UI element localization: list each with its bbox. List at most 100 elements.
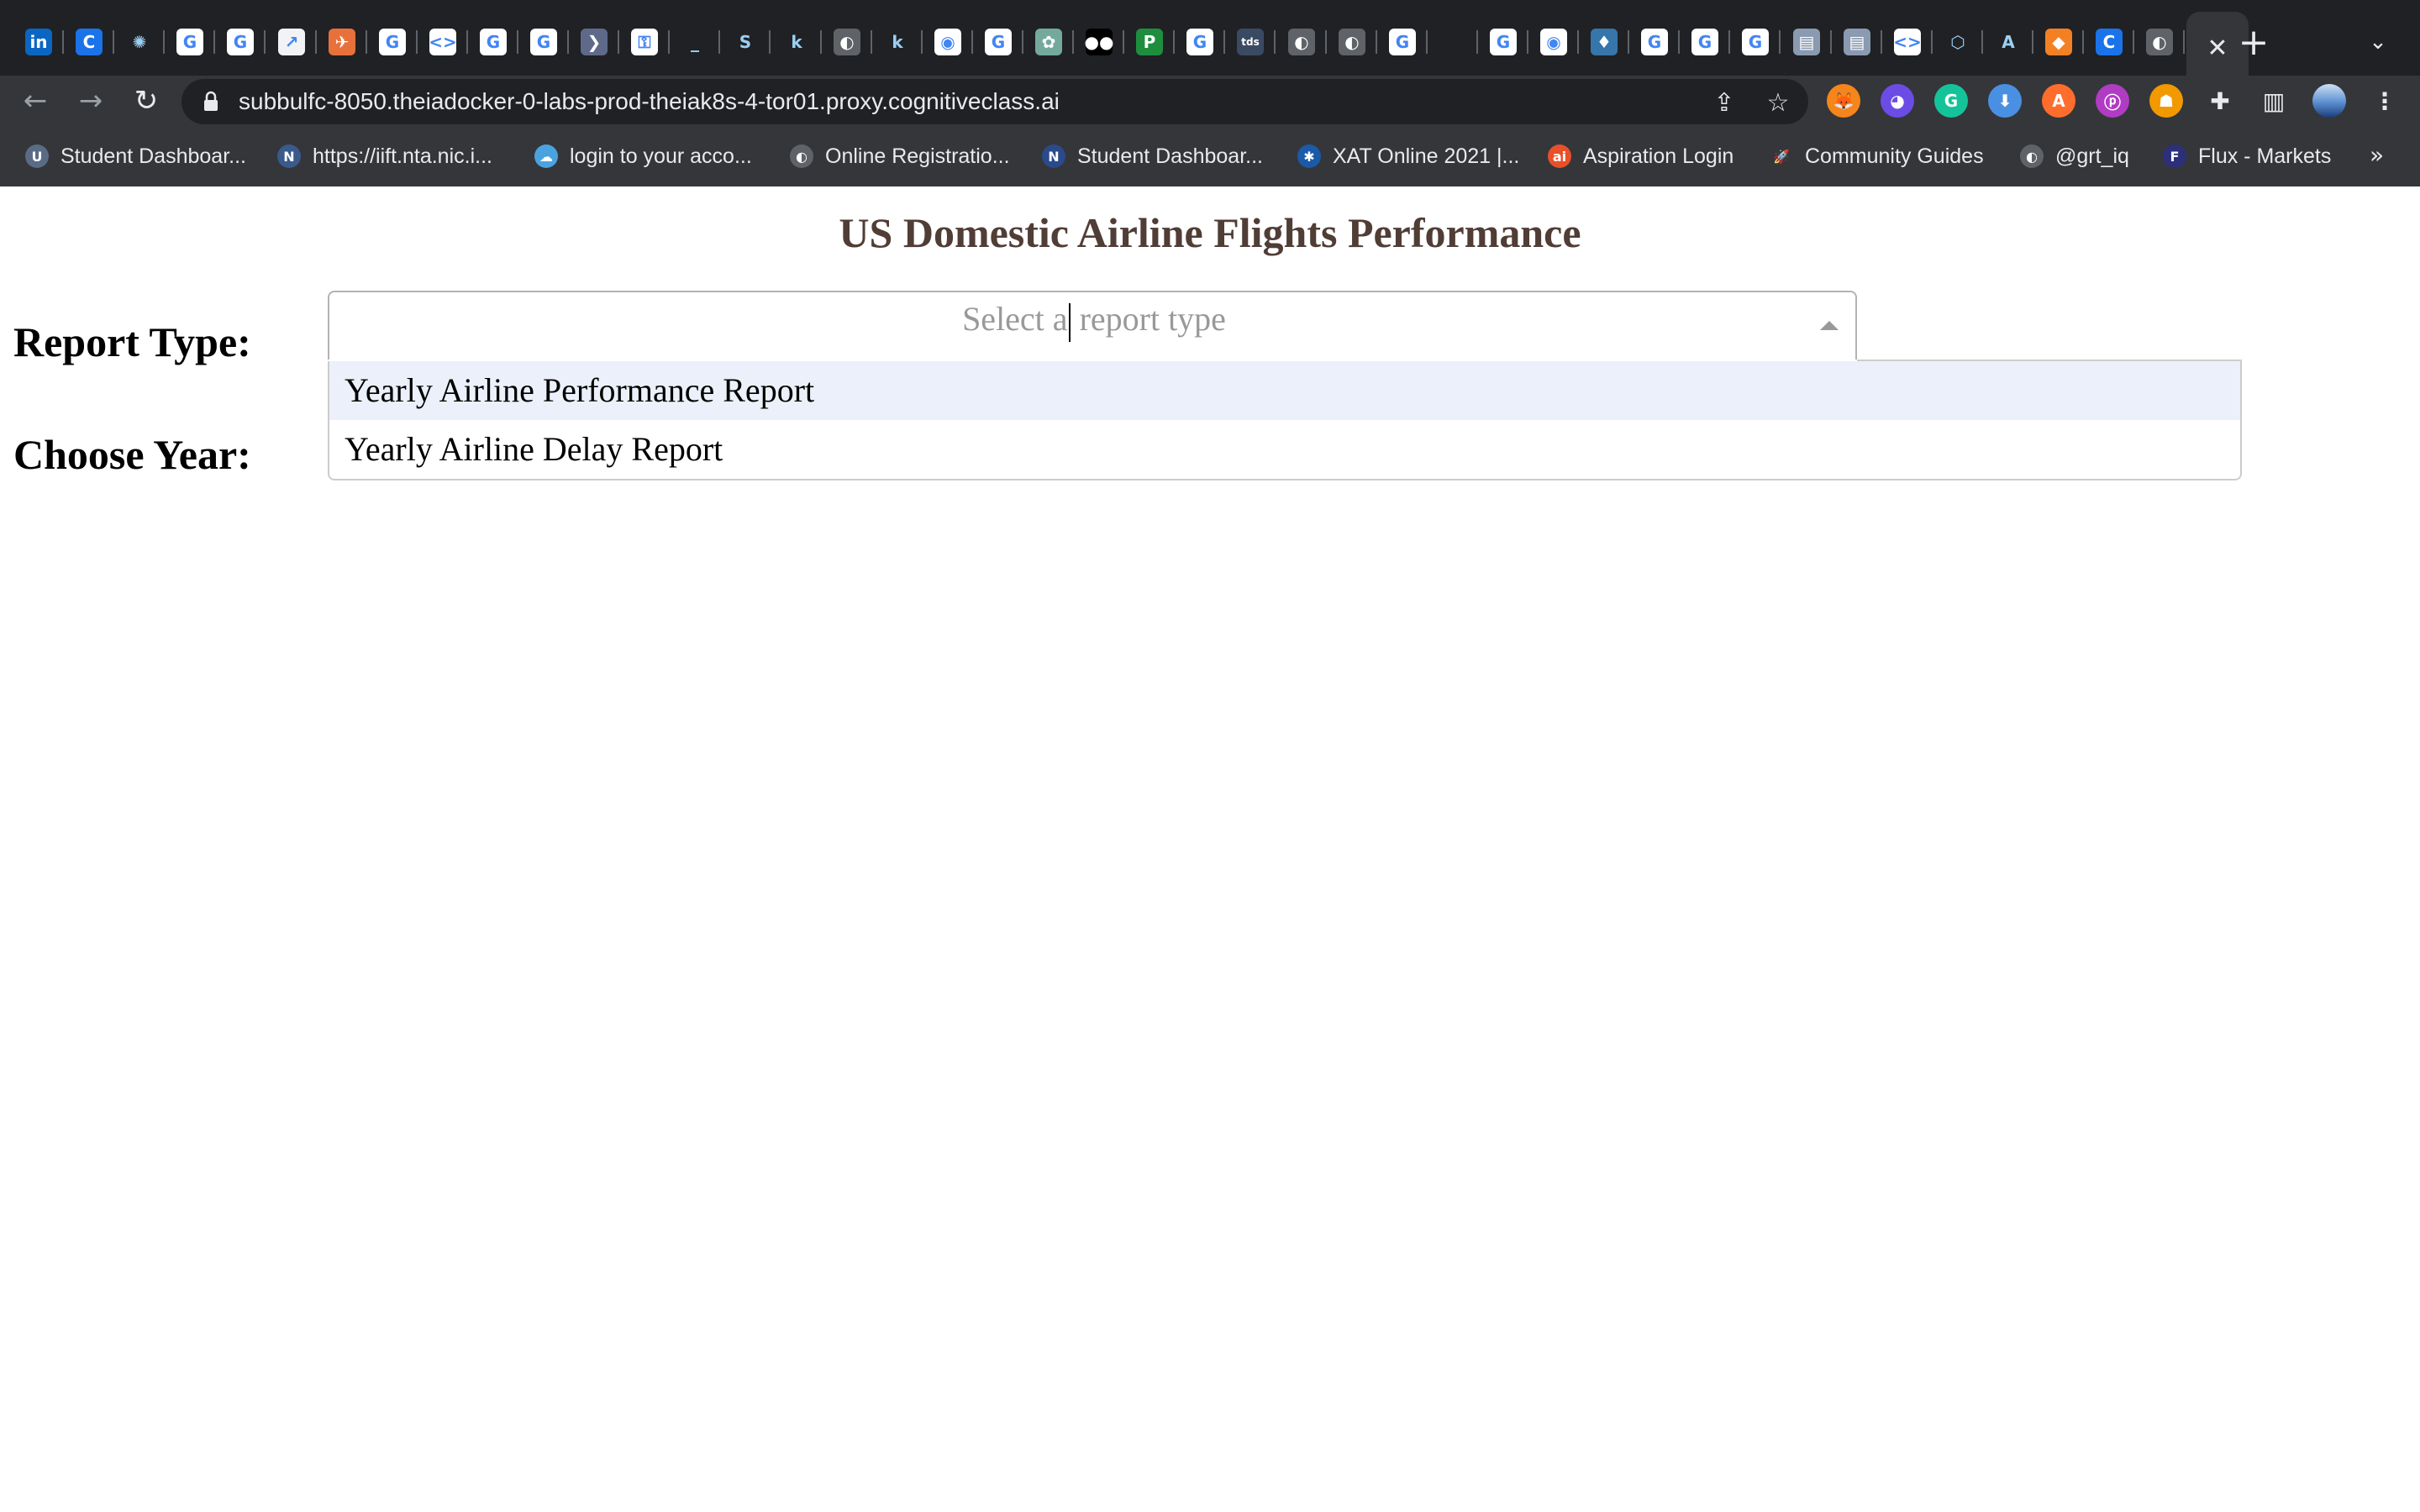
browser-tab[interactable]: S [722, 17, 771, 67]
bookmark-item[interactable]: ✱ XAT Online 2021 |... [1297, 141, 1519, 171]
globe-icon: ◐ [2146, 29, 2173, 55]
browser-tab[interactable]: ▤ [1783, 17, 1832, 67]
rocket-icon: 🚀 [1770, 144, 1793, 168]
tab-separator [1022, 30, 1023, 54]
placeholder-text-start: Select a [962, 300, 1068, 338]
browser-tab[interactable]: C [66, 17, 114, 67]
new-tab-button[interactable]: + [2230, 18, 2277, 66]
bookmark-item[interactable]: F Flux - Markets [2163, 141, 2331, 171]
google-icon: G [1389, 29, 1416, 55]
browser-tab[interactable]: ♦ [1581, 17, 1629, 67]
share-icon[interactable]: ⇪ [1706, 84, 1743, 121]
bookmark-item[interactable]: N Student Dashboar... [1042, 141, 1263, 171]
plane-icon: ✈ [329, 29, 355, 55]
bookmark-item[interactable]: 🚀 Community Guides [1770, 141, 1984, 171]
reload-button[interactable]: ↻ [123, 76, 170, 126]
tab-separator [1173, 30, 1175, 54]
browser-tab[interactable]: ◐ [1328, 17, 1377, 67]
browser-tab[interactable]: ◐ [1278, 17, 1327, 67]
browser-tab[interactable]: ⬡ [1934, 17, 1983, 67]
browser-tab[interactable]: G [470, 17, 518, 67]
google-icon: G [530, 29, 557, 55]
browser-tab[interactable]: ◐ [2136, 17, 2185, 67]
browser-tab[interactable]: G [1631, 17, 1680, 67]
forward-button[interactable]: → [67, 76, 114, 126]
shield-icon: U [25, 144, 49, 168]
browser-tab[interactable]: ◐ [823, 17, 872, 67]
bookmark-item[interactable]: ◐ Online Registratio... [790, 141, 1010, 171]
browser-tab[interactable]: G [1176, 17, 1225, 67]
bookmark-item[interactable]: Nhttps://iift.nta.nic.i... [277, 141, 492, 171]
extension-purple-icon[interactable]: ◕ [1881, 84, 1914, 118]
url-text[interactable]: subbulfc-8050.theiadocker-0-labs-prod-th… [239, 84, 1060, 119]
bookmark-item[interactable]: ai Aspiration Login [1548, 141, 1733, 171]
browser-tab[interactable]: ✈ [318, 17, 367, 67]
report-type-label: Report Type: [13, 318, 251, 365]
tab-search-icon[interactable]: ⌄ [2360, 24, 2396, 60]
bookmark-item[interactable]: U Student Dashboar... [25, 141, 246, 171]
browser-tab[interactable]: k [874, 17, 923, 67]
browser-tab[interactable]: G [369, 17, 418, 67]
browser-tab[interactable] [1429, 17, 1478, 67]
browser-tab[interactable]: G [520, 17, 569, 67]
bookmarks-overflow-icon[interactable]: » [2370, 141, 2384, 169]
puzzle-icon[interactable]: ✚ [2203, 84, 2237, 118]
dropdown-option-delay-report[interactable]: Yearly Airline Delay Report [329, 420, 2240, 479]
extension-blue-icon[interactable]: ⬇ [1988, 84, 2022, 118]
kebab-menu-icon[interactable]: ⋮ [2368, 84, 2402, 118]
browser-tab[interactable]: ◆ [2035, 17, 2084, 67]
browser-tab[interactable]: G [1681, 17, 1730, 67]
browser-tab[interactable]: ⚿ [621, 17, 670, 67]
extension-magenta-icon[interactable]: ⓟ [2096, 84, 2129, 118]
google-icon: G [1490, 29, 1517, 55]
bookmark-star-icon[interactable]: ☆ [1760, 84, 1797, 121]
extension-helmet-icon[interactable]: ☗ [2149, 84, 2183, 118]
browser-tab[interactable]: <> [1884, 17, 1933, 67]
bookmark-item[interactable]: ☁ login to your acco... [534, 141, 752, 171]
browser-tab[interactable]: P [1126, 17, 1175, 67]
browser-tab[interactable]: G [166, 17, 215, 67]
browser-tab[interactable]: G [1379, 17, 1428, 67]
bookmark-item[interactable]: ◐ @grt_iq [2020, 141, 2129, 171]
browser-tab[interactable]: _ [671, 17, 720, 67]
cloud-icon: ☁ [534, 144, 558, 168]
browser-tab[interactable]: ▤ [1833, 17, 1882, 67]
browser-tab[interactable]: G [1732, 17, 1781, 67]
browser-tab[interactable]: k [773, 17, 822, 67]
s-icon: S [732, 29, 759, 55]
code-icon: <> [1893, 29, 1922, 55]
report-type-dropdown[interactable]: Select a report type [328, 291, 1857, 360]
browser-tab[interactable]: C [2086, 17, 2134, 67]
browser-tab[interactable]: ✿ [1025, 17, 1074, 67]
tab-separator [971, 30, 973, 54]
browser-tab[interactable]: in [15, 17, 64, 67]
sidepanel-icon[interactable]: ▥ [2257, 84, 2291, 118]
browser-tab[interactable]: G [1480, 17, 1528, 67]
browser-tab[interactable]: A [1985, 17, 2033, 67]
google-icon: G [1742, 29, 1769, 55]
profile-avatar-icon[interactable] [2312, 84, 2346, 118]
back-button[interactable]: ← [12, 76, 59, 126]
document-icon: ▤ [1844, 29, 1870, 55]
tab-separator [1072, 30, 1074, 54]
dropdown-placeholder[interactable]: Select a report type [329, 292, 1859, 346]
browser-tab[interactable]: ◉ [924, 17, 973, 67]
browser-tab[interactable]: <> [419, 17, 468, 67]
arrow-icon: ❯ [581, 29, 608, 55]
dropdown-option-performance-report[interactable]: Yearly Airline Performance Report [329, 361, 2240, 420]
dropdown-arrow-up-icon[interactable] [1820, 321, 1839, 330]
browser-tab[interactable]: tds [1227, 17, 1276, 67]
close-tab-icon[interactable]: ✕ [2207, 34, 2228, 63]
browser-tab[interactable]: ●● [1076, 17, 1124, 67]
tab-separator [1931, 30, 1933, 54]
browser-tab[interactable]: G [217, 17, 266, 67]
browser-tab[interactable]: G [975, 17, 1023, 67]
browser-tab[interactable]: ↗ [268, 17, 317, 67]
grammarly-icon[interactable]: G [1934, 84, 1968, 118]
underscore-icon: _ [681, 29, 708, 55]
browser-tab[interactable]: ◉ [1530, 17, 1579, 67]
browser-tab[interactable]: ❯ [571, 17, 619, 67]
browser-tab[interactable]: ✺ [116, 17, 165, 67]
extension-orange-icon[interactable]: A [2042, 84, 2075, 118]
metamask-icon[interactable]: 🦊 [1827, 84, 1860, 118]
